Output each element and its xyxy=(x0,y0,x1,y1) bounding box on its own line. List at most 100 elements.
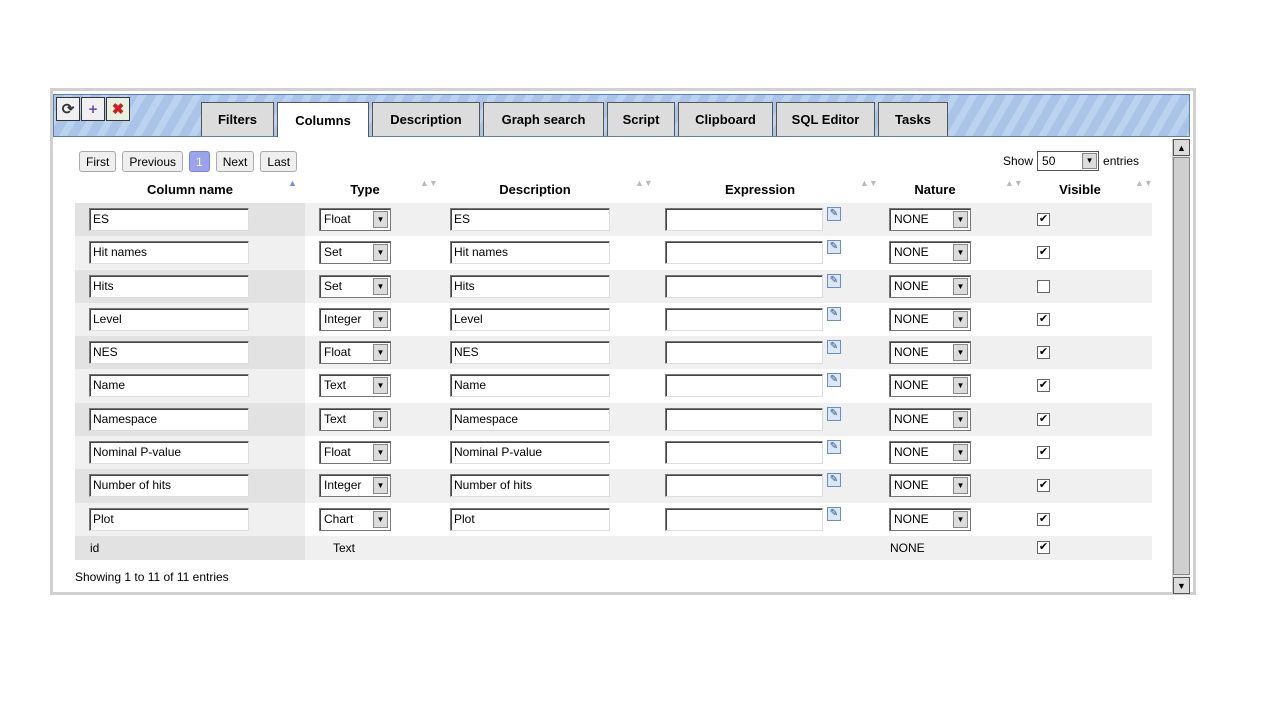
tab-script[interactable]: Script xyxy=(607,102,675,136)
description-input[interactable]: Plot xyxy=(450,507,610,531)
current-page-button[interactable]: 1 xyxy=(189,151,210,172)
visible-checkbox[interactable]: ✔ xyxy=(1037,479,1050,493)
visible-checkbox[interactable]: ✔ xyxy=(1037,379,1050,393)
vertical-scrollbar[interactable]: ▲ ▼ xyxy=(1172,139,1190,594)
description-input[interactable]: Nominal P-value xyxy=(450,441,610,465)
column-name-input[interactable]: Level xyxy=(89,307,249,331)
nature-select[interactable]: NONE ▼ xyxy=(889,507,971,531)
description-input[interactable]: NES xyxy=(450,341,610,365)
description-input[interactable]: Number of hits xyxy=(450,474,610,498)
type-select[interactable]: Float ▼ xyxy=(319,208,391,231)
edit-expression-icon[interactable]: ✎ xyxy=(827,406,841,421)
column-name-input[interactable]: Number of hits xyxy=(89,474,249,498)
nature-select[interactable]: NONE ▼ xyxy=(889,374,971,398)
expression-input[interactable] xyxy=(665,208,823,231)
visible-checkbox[interactable] xyxy=(1037,279,1050,293)
edit-expression-icon[interactable]: ✎ xyxy=(827,273,841,288)
tab-description[interactable]: Description xyxy=(372,102,480,136)
type-select[interactable]: Text ▼ xyxy=(319,407,391,431)
expression-input[interactable] xyxy=(665,241,823,265)
expression-input[interactable] xyxy=(665,374,823,398)
description-input[interactable]: Hit names xyxy=(450,241,610,265)
visible-checkbox[interactable]: ✔ xyxy=(1037,540,1050,554)
nature-select[interactable]: NONE ▼ xyxy=(889,307,971,331)
edit-expression-icon[interactable]: ✎ xyxy=(827,207,841,221)
visible-checkbox[interactable]: ✔ xyxy=(1037,213,1050,226)
expression-input[interactable] xyxy=(665,274,823,298)
sort-asc-icon[interactable]: ▲ xyxy=(288,179,297,188)
edit-expression-icon[interactable]: ✎ xyxy=(827,440,841,455)
expression-input[interactable] xyxy=(665,407,823,431)
column-name-input[interactable]: ES xyxy=(89,208,249,231)
nature-select[interactable]: NONE ▼ xyxy=(889,241,971,265)
header-nature[interactable]: Nature xyxy=(880,178,990,200)
column-name-input[interactable]: Plot xyxy=(89,507,249,531)
remove-icon[interactable]: ✖ xyxy=(106,97,130,121)
add-icon[interactable]: + xyxy=(81,97,105,121)
visible-checkbox[interactable]: ✔ xyxy=(1037,446,1050,460)
tab-clipboard[interactable]: Clipboard xyxy=(678,102,773,136)
sort-nature-icon[interactable]: ▲▼ xyxy=(1005,179,1023,188)
next-page-button[interactable]: Next xyxy=(215,151,255,172)
nature-select[interactable]: NONE ▼ xyxy=(889,208,971,231)
nature-select[interactable]: NONE ▼ xyxy=(889,407,971,431)
type-select[interactable]: Integer ▼ xyxy=(319,474,391,498)
nature-select[interactable]: NONE ▼ xyxy=(889,474,971,498)
expression-input[interactable] xyxy=(665,507,823,531)
edit-expression-icon[interactable]: ✎ xyxy=(827,306,841,321)
description-input[interactable]: ES xyxy=(450,208,610,231)
scroll-thumb[interactable] xyxy=(1173,157,1190,575)
nature-select[interactable]: NONE ▼ xyxy=(889,341,971,365)
sort-description-icon[interactable]: ▲▼ xyxy=(635,179,653,188)
type-select[interactable]: Set ▼ xyxy=(319,274,391,298)
refresh-icon[interactable]: ⟳ xyxy=(56,97,80,121)
type-select[interactable]: Set ▼ xyxy=(319,241,391,265)
edit-expression-icon[interactable]: ✎ xyxy=(827,340,841,355)
sort-type-icon[interactable]: ▲▼ xyxy=(420,179,438,188)
edit-expression-icon[interactable]: ✎ xyxy=(827,473,841,488)
tab-columns[interactable]: Columns xyxy=(277,102,369,137)
scroll-up-button[interactable]: ▲ xyxy=(1173,139,1190,156)
description-input[interactable]: Namespace xyxy=(450,407,610,431)
previous-page-button[interactable]: Previous xyxy=(122,151,184,172)
column-name-input[interactable]: Hits xyxy=(89,274,249,298)
column-name-input[interactable]: Name xyxy=(89,374,249,398)
visible-checkbox[interactable]: ✔ xyxy=(1037,412,1050,426)
edit-expression-icon[interactable]: ✎ xyxy=(827,506,841,521)
type-select[interactable]: Integer ▼ xyxy=(319,307,391,331)
header-expression[interactable]: Expression xyxy=(660,178,860,200)
description-input[interactable]: Level xyxy=(450,307,610,331)
visible-checkbox[interactable]: ✔ xyxy=(1037,246,1050,260)
column-name-input[interactable]: Nominal P-value xyxy=(89,441,249,465)
column-name-input[interactable]: Namespace xyxy=(89,407,249,431)
scroll-down-button[interactable]: ▼ xyxy=(1173,577,1190,594)
last-page-button[interactable]: Last xyxy=(260,151,298,172)
tab-filters[interactable]: Filters xyxy=(201,102,274,136)
column-name-input[interactable]: NES xyxy=(89,341,249,365)
tab-graph-search[interactable]: Graph search xyxy=(483,102,604,136)
description-input[interactable]: Name xyxy=(450,374,610,398)
column-name-input[interactable]: Hit names xyxy=(89,241,249,265)
type-select[interactable]: Float ▼ xyxy=(319,341,391,365)
sort-expression-icon[interactable]: ▲▼ xyxy=(860,179,878,188)
tab-sql-editor[interactable]: SQL Editor xyxy=(776,102,875,136)
expression-input[interactable] xyxy=(665,307,823,331)
visible-checkbox[interactable]: ✔ xyxy=(1037,346,1050,360)
visible-checkbox[interactable]: ✔ xyxy=(1037,512,1050,526)
expression-input[interactable] xyxy=(665,441,823,465)
header-visible[interactable]: Visible xyxy=(1035,178,1125,200)
expression-input[interactable] xyxy=(665,474,823,498)
visible-checkbox[interactable]: ✔ xyxy=(1037,312,1050,326)
nature-select[interactable]: NONE ▼ xyxy=(889,274,971,298)
header-type[interactable]: Type xyxy=(305,178,425,200)
first-page-button[interactable]: First xyxy=(79,151,117,172)
header-description[interactable]: Description xyxy=(435,178,635,200)
type-select[interactable]: Chart ▼ xyxy=(319,507,391,531)
edit-expression-icon[interactable]: ✎ xyxy=(827,373,841,388)
sort-visible-icon[interactable]: ▲▼ xyxy=(1135,179,1153,188)
tab-tasks[interactable]: Tasks xyxy=(878,102,948,136)
page-size-select[interactable]: 50 ▼ xyxy=(1037,151,1100,171)
header-column-name[interactable]: Column name xyxy=(75,178,305,200)
description-input[interactable]: Hits xyxy=(450,274,610,298)
expression-input[interactable] xyxy=(665,341,823,365)
